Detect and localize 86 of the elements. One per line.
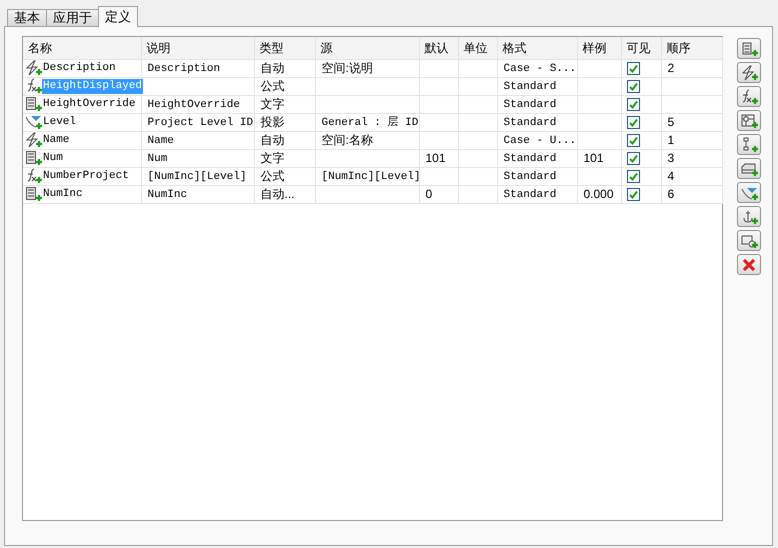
table-cell: 公式 [260, 78, 284, 92]
add-button[interactable] [737, 86, 761, 107]
name-cell[interactable]: HeightOverride [42, 96, 136, 112]
column-header[interactable]: 名称 [23, 37, 141, 59]
column-header[interactable]: 顺序 [661, 37, 722, 59]
table-cell: 空间:说明 [322, 60, 373, 74]
name-cell[interactable]: Description [42, 60, 117, 76]
table-cell: [NumInc][Level] [148, 170, 247, 182]
name-cell[interactable]: Num [42, 150, 64, 166]
table-cell: Standard [504, 98, 556, 110]
table-cell: Standard [504, 188, 556, 200]
tab[interactable]: 应用于 [46, 9, 99, 27]
lightning-plus-icon [25, 132, 42, 148]
formula-plus-icon [25, 78, 42, 94]
table-cell: 101 [426, 150, 446, 164]
table-cell: NumInc [148, 188, 188, 200]
table-cell: Case - S... [504, 62, 576, 74]
delete-button[interactable] [737, 254, 761, 275]
name-cell[interactable]: NumInc [42, 186, 84, 202]
add-button[interactable] [737, 62, 761, 83]
table-cell: 2 [668, 60, 674, 74]
visible-checkbox[interactable] [626, 62, 640, 74]
add-button[interactable] [737, 134, 761, 155]
table-cell: 101 [584, 150, 604, 164]
table-cell: [NumInc][Level] [322, 170, 418, 182]
name-cell[interactable]: Level [42, 114, 78, 130]
table-cell: 4 [668, 168, 674, 182]
table-cell: 投影 [260, 114, 284, 128]
column-header[interactable]: 说明 [141, 37, 254, 59]
add-button[interactable] [737, 206, 761, 227]
grid-plus-icon [740, 112, 758, 128]
table-cell: HeightOverride [148, 98, 240, 110]
table-cell: 自动... [260, 186, 295, 200]
table-cell: Num [148, 152, 168, 164]
add-button[interactable] [737, 230, 761, 251]
table-cell: 0 [426, 186, 432, 200]
table-cell: General : 层 ID [322, 116, 418, 128]
table-cell: 公式 [260, 168, 284, 182]
visible-checkbox[interactable] [626, 134, 640, 146]
close-icon [742, 258, 756, 272]
visible-checkbox[interactable] [626, 116, 640, 128]
table-cell: Case - U... [504, 134, 576, 146]
visible-checkbox[interactable] [626, 152, 640, 164]
name-cell[interactable]: Name [42, 132, 70, 148]
add-button[interactable] [737, 158, 761, 179]
visible-checkbox[interactable] [626, 80, 640, 92]
table-cell: Name [148, 134, 174, 146]
add-button[interactable] [737, 110, 761, 131]
table-cell: Project Level ID [148, 116, 253, 128]
table-cell: Standard [504, 152, 556, 164]
shape-plus-icon [740, 232, 758, 248]
list-plus-icon [740, 40, 758, 56]
visible-checkbox[interactable] [626, 98, 640, 110]
tab[interactable]: 基本 [7, 9, 47, 27]
table-cell: 5 [668, 114, 674, 128]
table-cell: Description [148, 62, 220, 74]
tab[interactable]: 定义 [98, 6, 138, 27]
column-header[interactable]: 单位 [458, 37, 497, 59]
table-cell: 文字 [260, 96, 284, 110]
formula-plus-icon [740, 88, 758, 104]
table-cell: 文字 [260, 150, 284, 164]
table-cell: 3 [668, 150, 674, 164]
table-cell: 6 [668, 186, 674, 200]
lightning-plus-icon [740, 64, 758, 80]
column-header[interactable]: 样例 [577, 37, 621, 59]
visible-checkbox[interactable] [626, 188, 640, 200]
formula-plus-icon [25, 168, 42, 184]
table-cell: 自动 [260, 60, 284, 74]
column-header[interactable]: 可见 [621, 37, 661, 59]
table-cell: 0.000 [584, 186, 614, 200]
name-cell[interactable]: NumberProject [42, 168, 130, 184]
add-button[interactable] [737, 38, 761, 59]
box-plus-icon [740, 160, 758, 176]
add-button[interactable] [737, 182, 761, 203]
table-cell: 空间:名称 [322, 132, 373, 146]
column-header[interactable]: 源 [315, 37, 419, 59]
table-cell: Standard [504, 116, 556, 128]
table-cell: 自动 [260, 132, 284, 146]
column-header[interactable]: 类型 [254, 37, 315, 59]
table-cell: 1 [668, 132, 674, 146]
column-header[interactable]: 格式 [497, 37, 577, 59]
lightning-plus-icon [25, 60, 42, 76]
table-cell: Standard [504, 170, 556, 182]
column-header[interactable]: 默认 [419, 37, 458, 59]
visible-checkbox[interactable] [626, 170, 640, 182]
table-cell: Standard [504, 80, 556, 92]
